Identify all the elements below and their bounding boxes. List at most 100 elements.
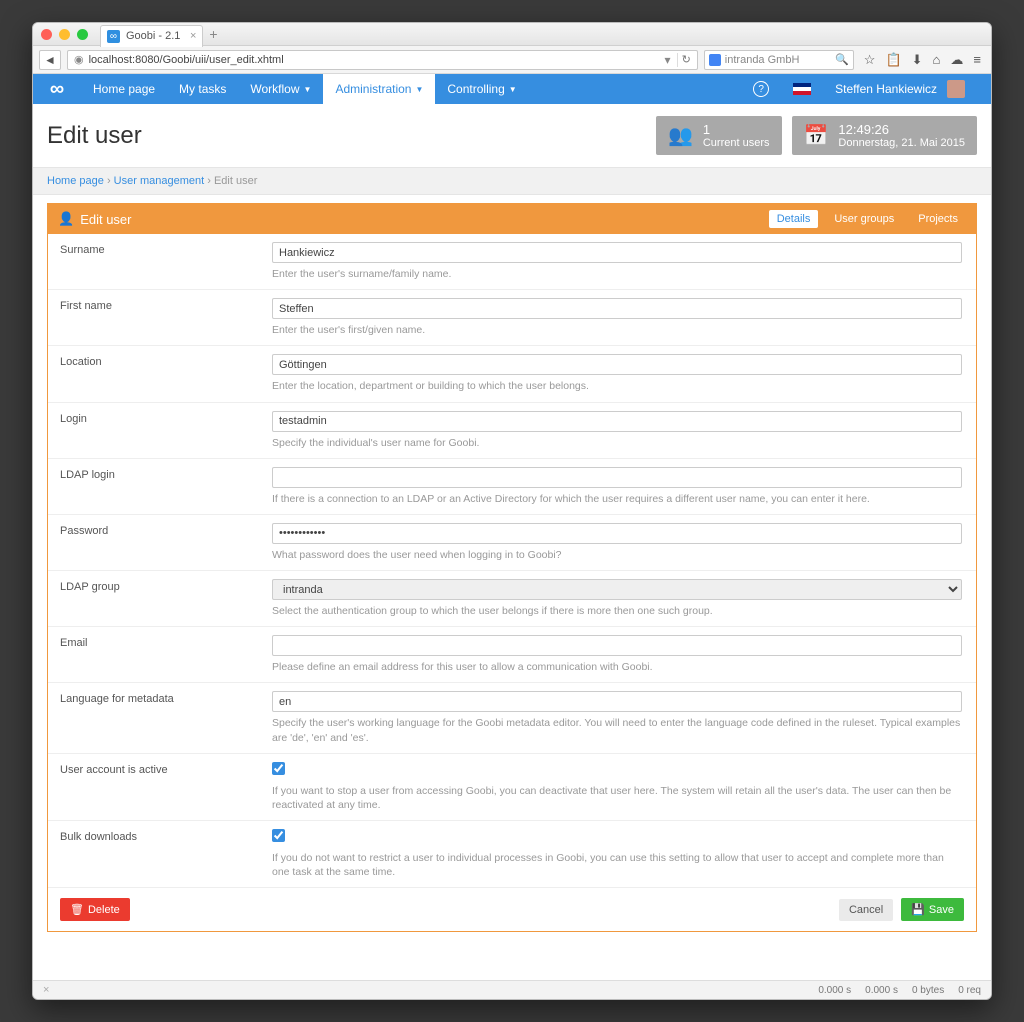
close-tab-icon[interactable]: ×	[190, 30, 196, 42]
minimize-window-icon[interactable]	[59, 29, 70, 40]
label-password: Password	[48, 521, 268, 564]
nav-label: My tasks	[179, 82, 226, 96]
nav-label: Administration	[335, 82, 411, 96]
save-label: Save	[929, 904, 954, 916]
row-login: Login Specify the individual's user name…	[48, 403, 976, 459]
input-language[interactable]	[272, 691, 962, 712]
close-window-icon[interactable]	[41, 29, 52, 40]
datetime-card: 📅 12:49:26 Donnerstag, 21. Mai 2015	[792, 116, 978, 155]
label-ldap-group: LDAP group	[48, 577, 268, 620]
tab-usergroups[interactable]: User groups	[826, 210, 902, 228]
search-engine-icon	[709, 54, 721, 66]
url-text: localhost:8080/Goobi/uii/user_edit.xhtml	[89, 54, 284, 66]
bookmark-icon[interactable]: ☆	[864, 52, 876, 68]
nav-label: Home page	[93, 82, 155, 96]
maximize-window-icon[interactable]	[77, 29, 88, 40]
nav-mytasks[interactable]: My tasks	[167, 74, 238, 104]
nav-home[interactable]: Home page	[81, 74, 167, 104]
input-firstname[interactable]	[272, 298, 962, 319]
reload-icon[interactable]: ↻	[682, 53, 691, 66]
input-email[interactable]	[272, 635, 962, 656]
browser-tab[interactable]: ∞ Goobi - 2.1 ×	[100, 25, 203, 47]
label-email: Email	[48, 633, 268, 676]
breadcrumb-usermgmt[interactable]: User management	[114, 175, 205, 187]
breadcrumb-current: Edit user	[214, 175, 257, 187]
input-password[interactable]	[272, 523, 962, 544]
label-login: Login	[48, 409, 268, 452]
home-icon[interactable]: ⌂	[933, 52, 941, 68]
nav-workflow[interactable]: Workflow ▼	[238, 74, 323, 104]
label-firstname: First name	[48, 296, 268, 339]
input-login[interactable]	[272, 411, 962, 432]
row-ldap-login: LDAP login If there is a connection to a…	[48, 459, 976, 515]
input-ldap-login[interactable]	[272, 467, 962, 488]
back-button[interactable]: ◄	[39, 50, 61, 70]
search-placeholder: intranda GmbH	[725, 54, 800, 66]
url-field[interactable]: ◉ localhost:8080/Goobi/uii/user_edit.xht…	[67, 50, 698, 70]
user-form: Surname Enter the user's surname/family …	[48, 234, 976, 931]
tab-details[interactable]: Details	[769, 210, 819, 228]
row-language: Language for metadata Specify the user's…	[48, 683, 976, 753]
nav-label: Controlling	[447, 82, 504, 96]
nav-label: Workflow	[250, 82, 299, 96]
input-location[interactable]	[272, 354, 962, 375]
history-icon[interactable]: ▾	[665, 53, 678, 67]
browser-window: ∞ Goobi - 2.1 × + ◄ ◉ localhost:8080/Goo…	[32, 22, 992, 1000]
user-icon: 👤	[58, 211, 74, 227]
menu-icon[interactable]: ≡	[973, 52, 981, 68]
checkbox-active[interactable]	[272, 762, 285, 775]
current-users-card[interactable]: 👥 1 Current users	[656, 116, 782, 155]
breadcrumb-sep: ›	[107, 175, 111, 187]
tab-projects[interactable]: Projects	[910, 210, 966, 228]
help-language: Specify the user's working language for …	[272, 716, 962, 744]
breadcrumb: Home page › User management › Edit user	[33, 167, 991, 195]
help-active: If you want to stop a user from accessin…	[272, 784, 962, 812]
checkbox-bulk[interactable]	[272, 829, 285, 842]
tab-title: Goobi - 2.1	[126, 30, 180, 42]
form-actions: 🗑 Delete Cancel 💾 Save	[48, 888, 976, 931]
edit-user-panel: 👤 Edit user Details User groups Projects…	[47, 203, 977, 932]
help-firstname: Enter the user's first/given name.	[272, 323, 962, 337]
row-password: Password What password does the user nee…	[48, 515, 976, 571]
users-label: Current users	[703, 137, 770, 149]
user-name: Steffen Hankiewicz	[835, 82, 937, 96]
panel-header: 👤 Edit user Details User groups Projects	[48, 204, 976, 234]
row-surname: Surname Enter the user's surname/family …	[48, 234, 976, 290]
traffic-lights	[41, 29, 88, 40]
status-time1: 0.000 s	[818, 985, 851, 996]
status-time2: 0.000 s	[865, 985, 898, 996]
label-surname: Surname	[48, 240, 268, 283]
users-icon: 👥	[668, 123, 693, 148]
breadcrumb-home[interactable]: Home page	[47, 175, 104, 187]
nav-controlling[interactable]: Controlling▼	[435, 74, 528, 104]
statusbar-close-icon[interactable]: ×	[43, 984, 49, 996]
chevron-down-icon: ▼	[304, 85, 312, 94]
download-icon[interactable]: ⬇	[912, 52, 923, 68]
mac-titlebar: ∞ Goobi - 2.1 × +	[33, 23, 991, 46]
panel-tabs: Details User groups Projects	[769, 210, 966, 228]
user-menu[interactable]: Steffen Hankiewicz	[823, 74, 977, 104]
globe-icon: ◉	[74, 53, 84, 66]
nav-administration[interactable]: Administration▼	[323, 74, 435, 104]
search-field[interactable]: intranda GmbH 🔍	[704, 50, 854, 70]
save-icon: 💾	[911, 903, 925, 916]
help-location: Enter the location, department or buildi…	[272, 379, 962, 393]
help-button[interactable]: ?	[741, 74, 781, 104]
input-surname[interactable]	[272, 242, 962, 263]
cancel-label: Cancel	[849, 904, 883, 916]
breadcrumb-sep: ›	[207, 175, 211, 187]
chat-icon[interactable]: ☁	[950, 52, 963, 68]
avatar	[947, 80, 965, 98]
delete-label: Delete	[88, 904, 120, 916]
toolbar-icons: ☆ 📋 ⬇ ⌂ ☁ ≡	[860, 52, 985, 68]
calendar-icon: 📅	[804, 123, 829, 148]
status-req: 0 req	[958, 985, 981, 996]
clipboard-icon[interactable]: 📋	[885, 52, 901, 68]
help-login: Specify the individual's user name for G…	[272, 436, 962, 450]
new-tab-button[interactable]: +	[209, 26, 217, 42]
label-location: Location	[48, 352, 268, 395]
language-switch[interactable]	[781, 74, 823, 104]
select-ldap-group[interactable]: intranda	[272, 579, 962, 600]
app-logo[interactable]: ∞	[33, 78, 81, 101]
label-active: User account is active	[48, 760, 268, 814]
